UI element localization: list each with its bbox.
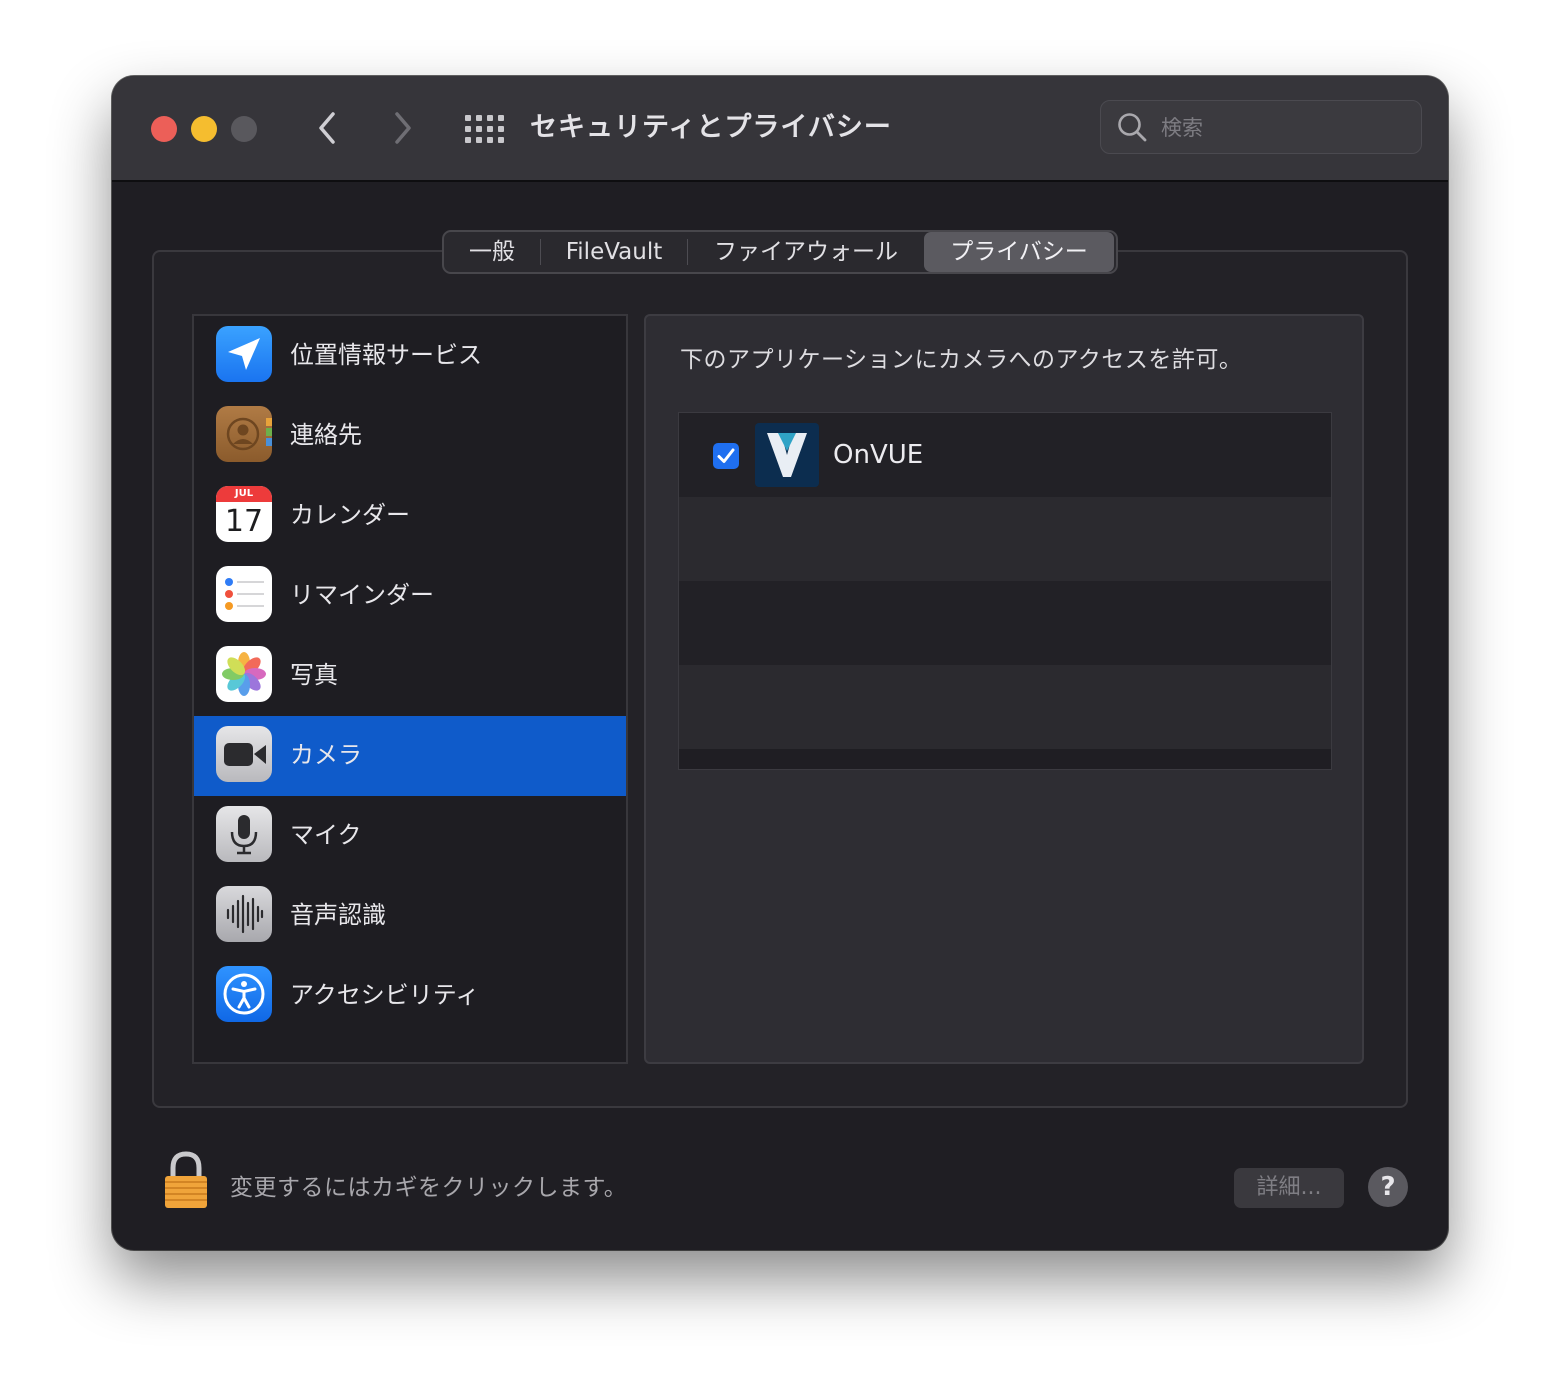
sidebar-item-label: カレンダー bbox=[290, 501, 410, 529]
sidebar-item-location-services[interactable]: 位置情報サービス bbox=[194, 316, 626, 396]
tab-privacy[interactable]: プライバシー bbox=[924, 232, 1114, 272]
sidebar-item-camera[interactable]: カメラ bbox=[194, 716, 626, 796]
sidebar-item-contacts[interactable]: 連絡先 bbox=[194, 396, 626, 476]
sidebar-item-label: 音声認識 bbox=[290, 901, 386, 929]
back-button[interactable] bbox=[308, 106, 348, 150]
permission-panel: 下のアプリケーションにカメラへのアクセスを許可。 OnVUE bbox=[644, 314, 1364, 1064]
sidebar-item-label: 写真 bbox=[290, 661, 338, 689]
lock-icon[interactable] bbox=[162, 1150, 210, 1210]
sidebar-item-reminders[interactable]: リマインダー bbox=[194, 556, 626, 636]
window-title: セキュリティとプライバシー bbox=[530, 112, 892, 143]
camera-icon bbox=[216, 726, 272, 782]
lock-status-text: 変更するにはカギをクリックします。 bbox=[230, 1175, 628, 1201]
calendar-month: JUL bbox=[216, 486, 272, 502]
tab-filevault[interactable]: FileVault bbox=[541, 232, 687, 272]
speech-recognition-icon bbox=[216, 886, 272, 942]
chevron-right-icon bbox=[395, 112, 411, 144]
accessibility-icon bbox=[216, 966, 272, 1022]
forward-button[interactable] bbox=[382, 106, 422, 150]
minimize-button[interactable] bbox=[191, 116, 217, 142]
list-item-empty bbox=[679, 497, 1331, 581]
app-name: OnVUE bbox=[833, 440, 924, 470]
list-item-empty bbox=[679, 665, 1331, 749]
chevron-left-icon bbox=[319, 112, 335, 144]
search-field[interactable] bbox=[1100, 100, 1422, 154]
search-input[interactable] bbox=[1159, 109, 1413, 147]
preferences-window: セキュリティとプライバシー 一般 FileVault ファイアウォール プライバ… bbox=[112, 76, 1448, 1250]
sidebar-item-label: マイク bbox=[290, 821, 362, 849]
tab-bar: 一般 FileVault ファイアウォール プライバシー bbox=[442, 230, 1118, 274]
sidebar-item-accessibility[interactable]: アクセシビリティ bbox=[194, 956, 626, 1036]
privacy-category-list: 位置情報サービス 連絡先 JUL 17 カレンダー リマインダー 写真 カメラ … bbox=[192, 314, 628, 1064]
sidebar-item-speech-recognition[interactable]: 音声認識 bbox=[194, 876, 626, 956]
title-bar: セキュリティとプライバシー bbox=[112, 76, 1448, 182]
sidebar-item-label: リマインダー bbox=[290, 581, 434, 609]
sidebar-item-photos[interactable]: 写真 bbox=[194, 636, 626, 716]
calendar-icon: JUL 17 bbox=[216, 486, 272, 542]
permission-description: 下のアプリケーションにカメラへのアクセスを許可。 bbox=[680, 347, 1243, 373]
app-permission-list: OnVUE bbox=[678, 412, 1332, 770]
list-item-empty bbox=[679, 581, 1331, 665]
sidebar-item-label: 連絡先 bbox=[290, 421, 362, 449]
onvue-camera-checkbox[interactable] bbox=[713, 443, 739, 469]
show-all-grid-icon[interactable] bbox=[462, 112, 507, 147]
tab-general[interactable]: 一般 bbox=[444, 232, 540, 272]
contacts-icon bbox=[216, 406, 272, 462]
sidebar-item-label: カメラ bbox=[290, 741, 362, 769]
list-item[interactable]: OnVUE bbox=[679, 413, 1331, 497]
close-button[interactable] bbox=[151, 116, 177, 142]
sidebar-item-microphone[interactable]: マイク bbox=[194, 796, 626, 876]
microphone-icon bbox=[216, 806, 272, 862]
tab-firewall[interactable]: ファイアウォール bbox=[688, 232, 924, 272]
reminders-icon bbox=[216, 566, 272, 622]
search-icon bbox=[1118, 113, 1147, 142]
sidebar-item-calendar[interactable]: JUL 17 カレンダー bbox=[194, 476, 626, 556]
advanced-button[interactable]: 詳細... bbox=[1234, 1168, 1344, 1208]
photos-icon bbox=[216, 646, 272, 702]
help-button[interactable]: ? bbox=[1368, 1167, 1408, 1207]
onvue-icon bbox=[755, 423, 819, 487]
location-arrow-icon bbox=[216, 326, 272, 382]
sidebar-item-label: 位置情報サービス bbox=[290, 341, 482, 369]
sidebar-item-label: アクセシビリティ bbox=[290, 981, 480, 1009]
calendar-day: 17 bbox=[224, 504, 264, 539]
checkmark-icon bbox=[717, 448, 735, 463]
zoom-button[interactable] bbox=[231, 116, 257, 142]
